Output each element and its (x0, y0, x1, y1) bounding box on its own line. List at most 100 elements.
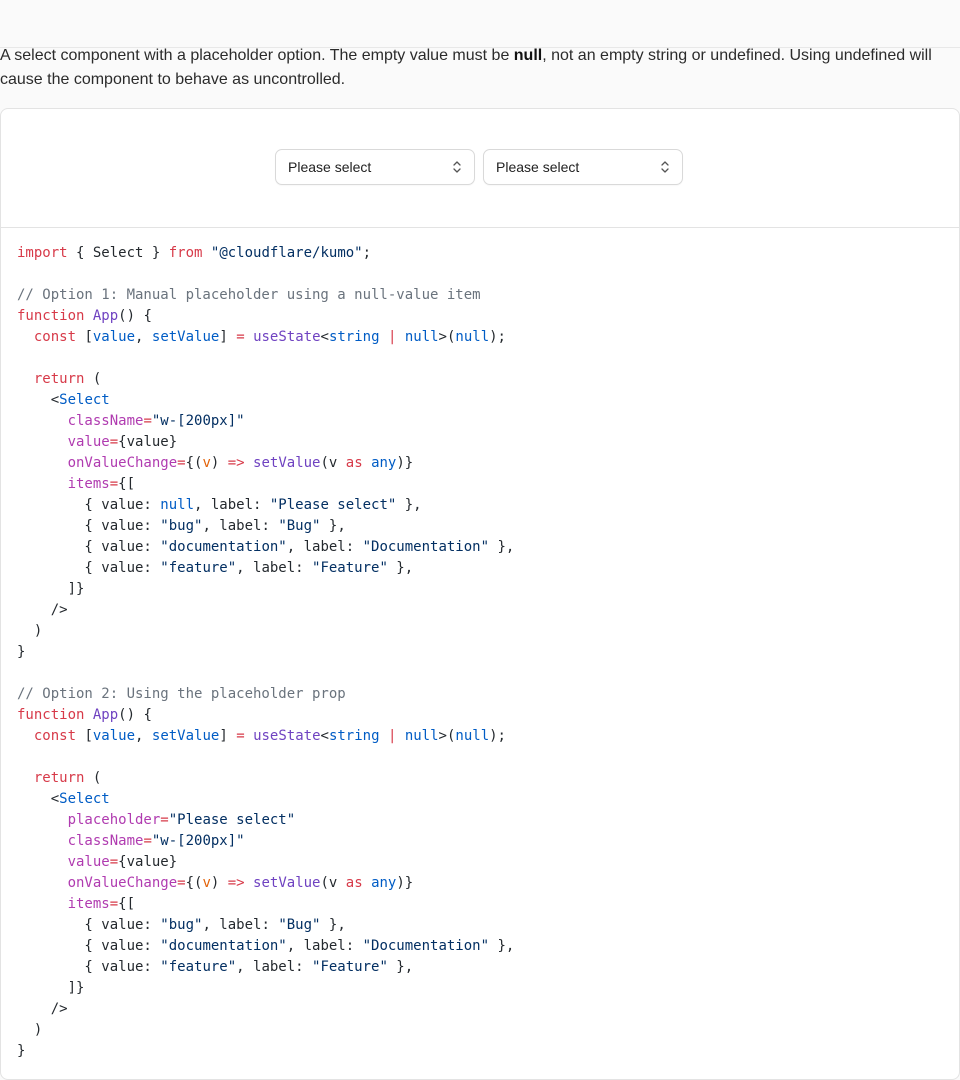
code-token: ] (219, 329, 237, 345)
code-token: ]} (17, 581, 85, 597)
code-token: = (143, 833, 152, 849)
code-token: < (17, 791, 60, 807)
code-token: { value: (17, 497, 161, 513)
code-token: [ (76, 728, 93, 744)
code-token: ; (362, 245, 372, 261)
chevron-up-down-icon (453, 161, 461, 173)
code-line: const [value, setValue] = useState<strin… (17, 726, 943, 747)
code-line: /> (17, 999, 943, 1020)
code-line: const [value, setValue] = useState<strin… (17, 327, 943, 348)
code-line: items={[ (17, 474, 943, 495)
code-token: App (92, 707, 119, 723)
code-token: () { (118, 308, 152, 324)
code-token: , label: (194, 497, 270, 513)
code-token: = (177, 875, 186, 891)
code-token: }, (387, 959, 414, 975)
select-null-item[interactable]: Please select (275, 149, 475, 185)
code-line: { value: "documentation", label: "Docume… (17, 537, 943, 558)
code-token: "Feature" (312, 560, 388, 576)
code-line: <Select (17, 789, 943, 810)
code-token: string (328, 728, 380, 744)
code-token: null (455, 329, 490, 345)
code-line: // Option 1: Manual placeholder using a … (17, 285, 943, 306)
code-line: value={value} (17, 432, 943, 453)
code-token: any (371, 455, 397, 471)
code-token: import (17, 245, 68, 261)
code-token: {( (185, 455, 203, 471)
code-line: } (17, 642, 943, 663)
example-card: Please select Please select import { Sel… (0, 108, 960, 1080)
code-token: null (404, 329, 439, 345)
code-line: /> (17, 600, 943, 621)
code-token: ( (84, 770, 102, 786)
code-token: {( (185, 875, 203, 891)
top-bar (0, 0, 960, 48)
code-token: {[ (118, 476, 136, 492)
code-token: [ (76, 329, 93, 345)
code-token: return (17, 371, 85, 387)
code-token: "feature" (160, 560, 237, 576)
code-token: value (92, 728, 136, 744)
code-token: onValueChange (17, 875, 178, 891)
code-token: = (177, 455, 186, 471)
code-token: "Documentation" (362, 938, 490, 954)
code-token: any (371, 875, 397, 891)
code-token: // Option 2: Using the placeholder prop (17, 686, 346, 702)
code-line: ]} (17, 579, 943, 600)
code-token: v (202, 875, 211, 891)
code-token: ); (489, 728, 506, 744)
code-line: { value: "bug", label: "Bug" }, (17, 915, 943, 936)
code-token: return (17, 770, 85, 786)
code-token: => (227, 875, 245, 891)
code-token: null (404, 728, 439, 744)
code-line: { value: null, label: "Please select" }, (17, 495, 943, 516)
select-placeholder-prop[interactable]: Please select (483, 149, 683, 185)
code-line: function App() { (17, 705, 943, 726)
code-token: }, (489, 938, 515, 954)
preview-area: Please select Please select (1, 109, 959, 228)
code-token: "Bug" (278, 917, 321, 933)
code-token: ) (210, 875, 228, 891)
code-token: "w-[200px]" (151, 833, 245, 849)
code-token: { value: (17, 560, 161, 576)
code-line: } (17, 1041, 943, 1062)
code-token: const (17, 728, 77, 744)
code-token: , label: (202, 917, 279, 933)
code-token: as (345, 455, 363, 471)
code-line: value={value} (17, 852, 943, 873)
code-line: { value: "feature", label: "Feature" }, (17, 558, 943, 579)
code-token: = (109, 896, 119, 912)
code-token: )} (396, 875, 414, 891)
code-token: value (17, 434, 110, 450)
code-token: /> (17, 602, 68, 618)
code-token: }, (320, 518, 346, 534)
code-token: as (345, 875, 363, 891)
code-token: ) (210, 455, 228, 471)
code-token: (v (320, 455, 346, 471)
code-token: {[ (118, 896, 136, 912)
code-token: "Feature" (312, 959, 388, 975)
code-token: , label: (202, 518, 279, 534)
code-token: className (17, 413, 144, 429)
code-token: useState (253, 728, 321, 744)
code-token: v (202, 455, 211, 471)
code-line: placeholder="Please select" (17, 810, 943, 831)
code-token: ( (84, 371, 102, 387)
code-token: "w-[200px]" (151, 413, 245, 429)
code-token: {value} (118, 434, 178, 450)
code-line: { value: "feature", label: "Feature" }, (17, 957, 943, 978)
code-token: , label: (236, 560, 313, 576)
code-token: } (17, 1043, 26, 1059)
code-token: "bug" (160, 917, 203, 933)
code-token: // Option 1: Manual placeholder using a … (17, 287, 481, 303)
code-line: className="w-[200px]" (17, 831, 943, 852)
